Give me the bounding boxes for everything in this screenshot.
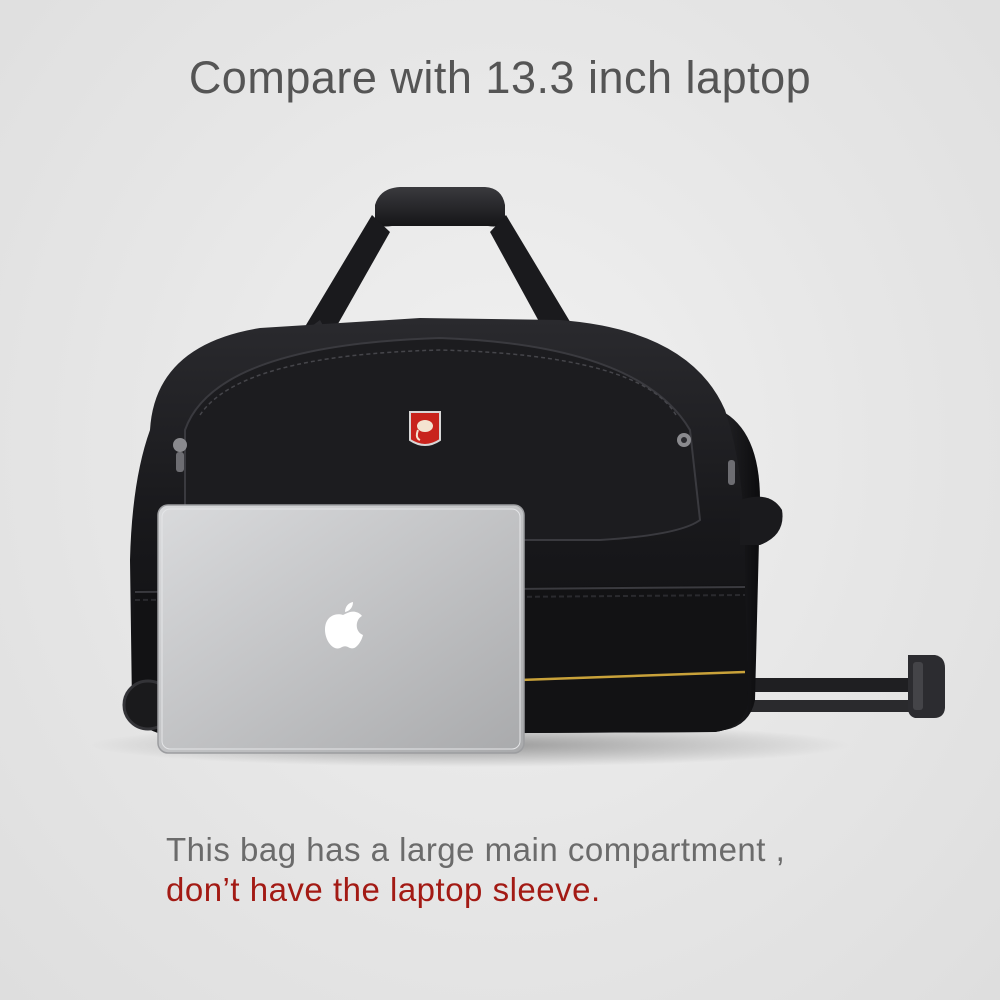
caption-line-1: This bag has a large main compartment , [166, 831, 786, 868]
caption: This bag has a large main compartment , … [166, 830, 966, 910]
product-image: Compare with 13.3 inch laptop This bag h… [0, 0, 1000, 1000]
carry-handle [300, 187, 578, 338]
caption-line-2-warning: don’t have the laptop sleeve. [166, 871, 601, 908]
elephant-badge-icon [409, 411, 441, 446]
trolley-handle [740, 655, 945, 718]
